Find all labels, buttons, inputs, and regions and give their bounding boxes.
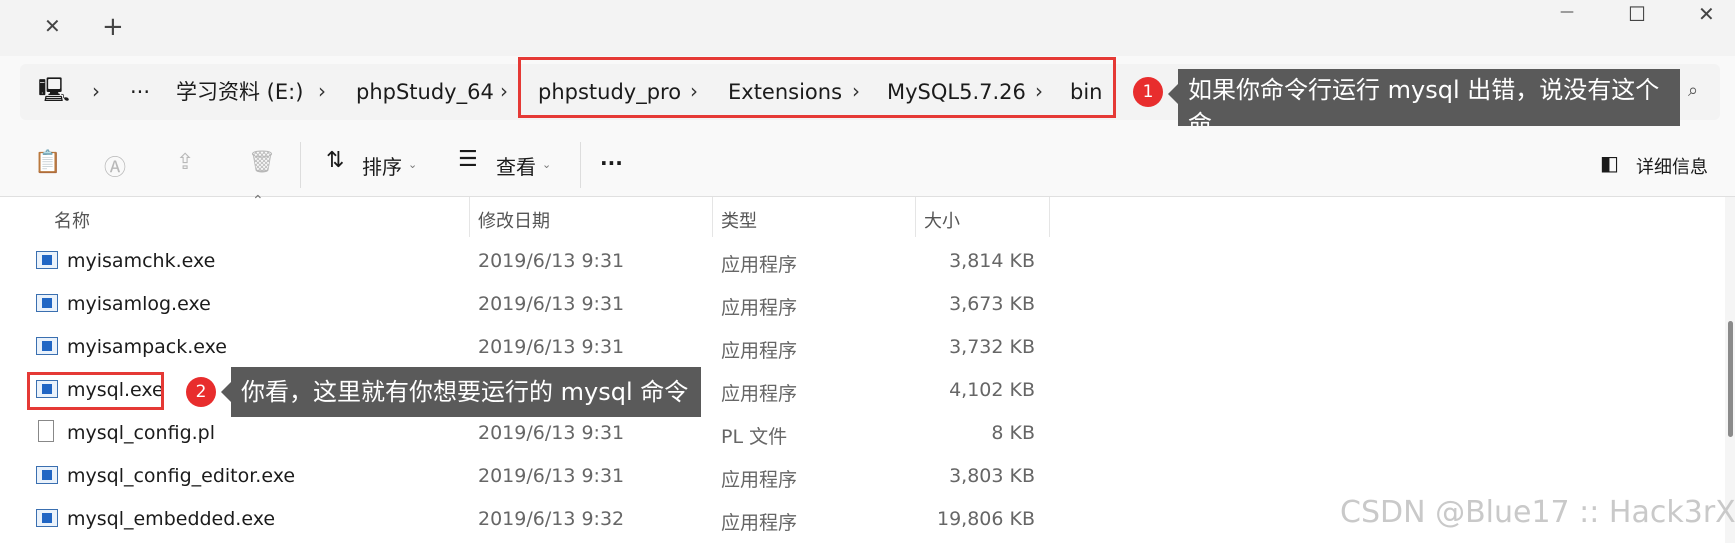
- exe-icon: [36, 509, 58, 527]
- computer-icon[interactable]: 🖳: [38, 78, 70, 102]
- tooltip-arrow: [1168, 84, 1178, 104]
- more-options-button[interactable]: ···: [600, 151, 623, 175]
- file-size: 19,806 KB: [936, 508, 1035, 530]
- file-type: 应用程序: [721, 297, 798, 319]
- details-pane-icon[interactable]: ◧: [1600, 151, 1619, 175]
- file-date: 2019/6/13 9:32: [478, 508, 625, 530]
- chevron-down-icon: ⌄: [542, 158, 552, 171]
- details-button[interactable]: 详细信息: [1636, 153, 1708, 179]
- new-tab-button[interactable]: +: [102, 12, 124, 42]
- vertical-scrollbar[interactable]: [1725, 197, 1735, 543]
- exe-icon: [36, 466, 58, 484]
- chevron-down-icon: ⌄: [408, 158, 418, 171]
- tooltip-arrow: [221, 382, 231, 402]
- column-divider[interactable]: [712, 197, 713, 237]
- column-divider[interactable]: [915, 197, 916, 237]
- path-highlight-box: [518, 57, 1116, 118]
- scrollbar-thumb[interactable]: [1728, 321, 1733, 437]
- file-name: mysql_embedded.exe: [67, 508, 276, 530]
- title-bar: ✕ + — ☐ ✕: [0, 0, 1735, 56]
- exe-icon: [36, 294, 58, 312]
- file-size: 3,732 KB: [949, 336, 1035, 358]
- column-header: ⌃ 名称 修改日期 类型 大小: [0, 193, 1735, 237]
- file-name: myisamchk.exe: [67, 250, 216, 272]
- column-date[interactable]: 修改日期: [478, 207, 550, 233]
- file-type: 应用程序: [721, 512, 798, 534]
- view-button[interactable]: 查看: [496, 151, 536, 180]
- breadcrumb-ellipsis[interactable]: ···: [130, 80, 150, 104]
- sort-button[interactable]: 排序: [362, 151, 402, 180]
- browser-tab[interactable]: ✕: [0, 0, 98, 56]
- file-type: 应用程序: [721, 340, 798, 362]
- file-size: 8 KB: [991, 422, 1035, 444]
- sort-indicator-icon: ⌃: [252, 193, 264, 209]
- search-icon[interactable]: ⌕: [1688, 80, 1698, 101]
- tab-close-icon[interactable]: ✕: [44, 14, 61, 38]
- file-date: 2019/6/13 9:31: [478, 250, 625, 272]
- file-size: 3,673 KB: [949, 293, 1035, 315]
- column-name[interactable]: 名称: [54, 207, 90, 233]
- file-date: 2019/6/13 9:31: [478, 422, 625, 444]
- file-type: PL 文件: [721, 426, 788, 448]
- file-date: 2019/6/13 9:31: [478, 293, 625, 315]
- share-icon[interactable]: ⇪: [176, 150, 194, 175]
- file-row[interactable]: mysql_config.pl 2019/6/13 9:31 PL 文件 8 K…: [0, 412, 1720, 455]
- toolbar-divider: [300, 142, 301, 188]
- file-row[interactable]: mysql_config_editor.exe 2019/6/13 9:31 应…: [0, 455, 1720, 498]
- command-bar: 📋 Ⓐ ⇪ 🗑 ⇅ 排序 ⌄ ☰ 查看 ⌄ ··· ◧ 详细信息: [0, 126, 1735, 197]
- watermark: CSDN @Blue17 :: Hack3rX: [1340, 495, 1735, 530]
- annotation-badge-2: 2: [186, 377, 216, 407]
- file-size: 3,803 KB: [949, 465, 1035, 487]
- file-name: mysql_config_editor.exe: [67, 465, 296, 487]
- toolbar-divider: [580, 142, 581, 188]
- maximize-button[interactable]: ☐: [1628, 2, 1646, 26]
- file-highlight-box: [27, 372, 164, 410]
- file-name: mysql_config.pl: [67, 422, 216, 444]
- view-icon: ☰: [458, 147, 478, 172]
- file-date: 2019/6/13 9:31: [478, 465, 625, 487]
- file-date: 2019/6/13 9:31: [478, 336, 625, 358]
- file-name: myisamlog.exe: [67, 293, 211, 315]
- file-size: 4,102 KB: [949, 379, 1035, 401]
- delete-icon[interactable]: 🗑: [248, 150, 276, 175]
- chevron-right-icon: ›: [92, 79, 100, 103]
- exe-icon: [36, 251, 58, 269]
- rename-icon[interactable]: Ⓐ: [104, 150, 126, 182]
- file-row[interactable]: myisampack.exe 2019/6/13 9:31 应用程序 3,732…: [0, 326, 1720, 369]
- annotation-badge-1: 1: [1133, 77, 1163, 107]
- file-icon: [38, 420, 54, 442]
- column-divider[interactable]: [469, 197, 470, 237]
- file-row[interactable]: myisamlog.exe 2019/6/13 9:31 应用程序 3,673 …: [0, 283, 1720, 326]
- sort-icon: ⇅: [326, 148, 345, 173]
- column-size[interactable]: 大小: [924, 207, 960, 233]
- file-size: 3,814 KB: [949, 250, 1035, 272]
- exe-icon: [36, 337, 58, 355]
- column-type[interactable]: 类型: [721, 207, 757, 233]
- column-divider[interactable]: [1049, 197, 1050, 237]
- chevron-right-icon: ›: [500, 79, 508, 103]
- annotation-tooltip-2: 你看，这里就有你想要运行的 mysql 命令: [231, 367, 701, 417]
- minimize-button[interactable]: —: [1560, 4, 1574, 20]
- breadcrumb-drive-e[interactable]: 学习资料 (E:): [176, 80, 303, 104]
- paste-icon[interactable]: 📋: [34, 150, 61, 175]
- file-type: 应用程序: [721, 254, 798, 276]
- chevron-right-icon: ›: [318, 79, 326, 103]
- close-button[interactable]: ✕: [1698, 2, 1715, 26]
- file-row[interactable]: myisamchk.exe 2019/6/13 9:31 应用程序 3,814 …: [0, 240, 1720, 283]
- breadcrumb-phpstudy-64[interactable]: phpStudy_64: [356, 80, 494, 104]
- file-type: 应用程序: [721, 383, 798, 405]
- file-name: myisampack.exe: [67, 336, 227, 358]
- file-type: 应用程序: [721, 469, 798, 491]
